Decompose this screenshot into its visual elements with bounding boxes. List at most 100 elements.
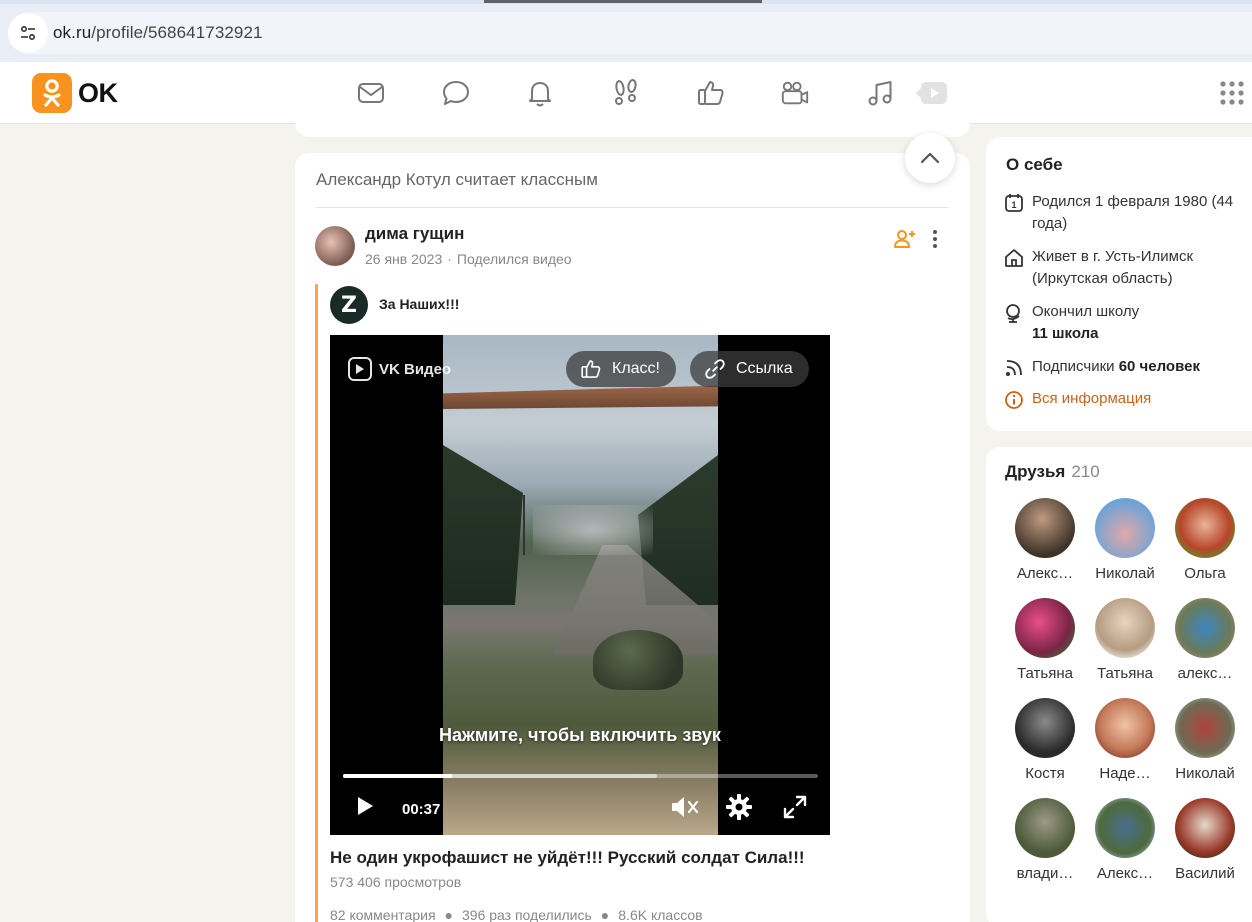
rss-icon — [1004, 358, 1024, 385]
divider — [316, 207, 949, 208]
stats-separator: ● — [600, 907, 610, 922]
svg-text:1: 1 — [1011, 200, 1016, 210]
friend-name: алекс… — [1177, 665, 1233, 682]
friends-card: Друзья 210 Алекс… Николай Ольга Татьяна Т… — [986, 447, 1252, 922]
friend-name: влади… — [1016, 865, 1074, 882]
friend-item[interactable]: Костя — [1005, 698, 1085, 782]
music-icon[interactable] — [865, 78, 895, 108]
about-title: О себе — [1006, 155, 1063, 174]
likes-count[interactable]: 8.6K классов — [618, 907, 702, 922]
about-school: Окончил школу 11 школа — [1004, 301, 1244, 345]
friend-item[interactable]: влади… — [1005, 798, 1085, 882]
school-label: Окончил школу — [1032, 303, 1140, 320]
friend-name: Наде… — [1099, 765, 1151, 782]
friend-item[interactable]: Василий — [1165, 798, 1245, 882]
previous-post-card — [295, 110, 970, 137]
about-school-text: Окончил школу 11 школа — [1032, 301, 1139, 345]
all-info-link[interactable]: Вся информация — [1004, 388, 1244, 417]
video-like-button[interactable]: Класс! — [566, 351, 676, 387]
bell-icon[interactable] — [525, 78, 555, 108]
about-birthday: 1 Родился 1 февраля 1980 (44 года) — [1004, 191, 1244, 235]
subscribers-value: 60 человек — [1118, 358, 1200, 375]
footprints-icon[interactable] — [611, 78, 641, 108]
url-text[interactable]: ok.ru/profile/568641732921 — [53, 23, 263, 43]
scroll-to-top-button[interactable] — [905, 133, 955, 183]
friend-item[interactable]: алекс… — [1165, 598, 1245, 682]
group-name[interactable]: За Наших!!! — [379, 296, 459, 312]
address-bar[interactable]: ok.ru/profile/568641732921 — [8, 12, 1252, 54]
play-icon[interactable] — [354, 795, 376, 822]
chat-icon[interactable] — [441, 78, 471, 108]
active-tab-indicator — [484, 0, 762, 3]
fullscreen-icon[interactable] — [782, 794, 808, 825]
friend-name: Николай — [1095, 565, 1155, 582]
subscribers-label: Подписчики — [1032, 358, 1115, 375]
unmute-hint[interactable]: Нажмите, чтобы включить звук — [330, 725, 830, 746]
friend-item[interactable]: Алекс… — [1005, 498, 1085, 582]
home-icon — [1004, 248, 1024, 290]
globe-icon — [1004, 303, 1024, 345]
comments-count[interactable]: 82 комментария — [330, 907, 436, 922]
avatar — [1175, 598, 1235, 658]
post-date[interactable]: 26 янв 2023 — [365, 251, 442, 267]
feed-post-card: Александр Котул считает классным дима гу… — [295, 153, 970, 922]
site-settings-icon[interactable] — [8, 13, 48, 53]
video-views: 573 406 просмотров — [330, 874, 462, 890]
card-header[interactable]: Александр Котул считает классным — [316, 170, 598, 190]
friend-item[interactable]: Николай — [1165, 698, 1245, 782]
video-progress-bar[interactable] — [343, 774, 818, 778]
friend-item[interactable]: Ольга — [1165, 498, 1245, 582]
video-like-label: Класс! — [612, 360, 660, 377]
ok-logo-icon — [32, 73, 72, 113]
video-title[interactable]: Не один укрофашист не уйдёт!!! Русский с… — [330, 848, 805, 868]
friend-item[interactable]: Алекс… — [1085, 798, 1165, 882]
url-host: ok.ru — [53, 23, 92, 42]
author-name[interactable]: дима гущин — [365, 224, 464, 244]
friends-title[interactable]: Друзья 210 — [1005, 462, 1100, 482]
about-subscribers[interactable]: Подписчики 60 человек — [1004, 356, 1244, 385]
avatar[interactable] — [315, 226, 355, 266]
friend-name: Татьяна — [1097, 665, 1153, 682]
mail-icon[interactable] — [356, 78, 386, 108]
about-location-text: Живет в г. Усть-Илимск (Иркутская област… — [1032, 248, 1194, 287]
vk-video-brand[interactable]: VK Видео — [348, 357, 451, 381]
group-avatar[interactable]: Z — [330, 286, 368, 324]
avatar — [1015, 698, 1075, 758]
about-subscribers-text: Подписчики 60 человек — [1032, 356, 1200, 385]
friend-name: Ольга — [1184, 565, 1226, 582]
school-value[interactable]: 11 школа — [1032, 325, 1099, 342]
play-icon[interactable] — [915, 78, 949, 108]
friend-item[interactable]: Татьяна — [1085, 598, 1165, 682]
meta-separator: · — [447, 251, 452, 267]
avatar — [1095, 798, 1155, 858]
about-birthday-text: Родился 1 февраля 1980 (44 года) — [1032, 191, 1244, 235]
grid-icon[interactable] — [1217, 78, 1247, 108]
shares-count[interactable]: 396 раз поделились — [462, 907, 592, 922]
video-camera-icon[interactable] — [780, 78, 810, 108]
born-label: Родился — [1032, 193, 1091, 210]
mute-icon[interactable] — [670, 794, 702, 825]
like-icon — [581, 360, 601, 378]
friends-count: 210 — [1071, 462, 1100, 481]
ok-logo[interactable]: OK — [32, 73, 118, 113]
add-friend-icon[interactable] — [893, 227, 917, 256]
video-scene-branch — [443, 385, 718, 409]
avatar — [1095, 698, 1155, 758]
like-icon[interactable] — [696, 78, 726, 108]
video-scene-trees — [443, 445, 523, 605]
more-icon[interactable] — [927, 227, 943, 256]
repost-indicator — [315, 284, 318, 922]
all-info-link-text[interactable]: Вся информация — [1032, 388, 1151, 417]
friend-item[interactable]: Наде… — [1085, 698, 1165, 782]
friend-name: Николай — [1175, 765, 1235, 782]
video-player[interactable]: VK Видео Класс! Ссылка Нажмите, чтобы вк… — [330, 335, 830, 835]
calendar-icon: 1 — [1004, 193, 1024, 235]
friend-name: Костя — [1025, 765, 1065, 782]
friend-item[interactable]: Татьяна — [1005, 598, 1085, 682]
avatar — [1175, 798, 1235, 858]
friend-item[interactable]: Николай — [1085, 498, 1165, 582]
gear-icon[interactable] — [725, 793, 753, 826]
video-link-button[interactable]: Ссылка — [690, 351, 809, 387]
video-scene-smoke — [533, 505, 653, 555]
avatar — [1175, 498, 1235, 558]
